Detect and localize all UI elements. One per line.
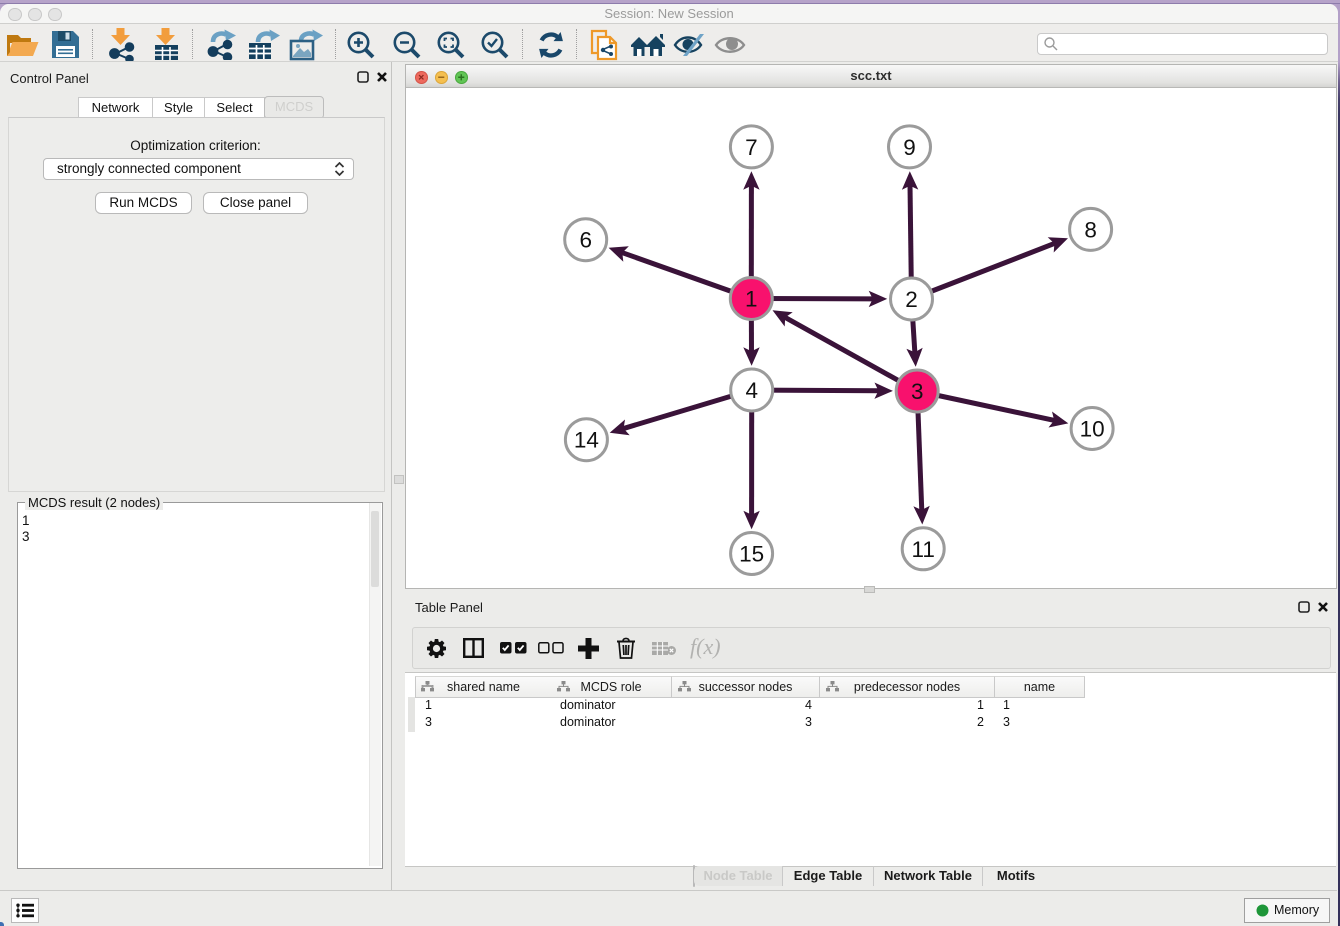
- svg-text:9: 9: [903, 135, 916, 160]
- svg-text:14: 14: [574, 428, 599, 453]
- svg-text:1: 1: [745, 287, 758, 312]
- svg-text:10: 10: [1080, 417, 1105, 442]
- svg-text:7: 7: [745, 135, 758, 160]
- svg-text:6: 6: [579, 228, 592, 253]
- svg-text:4: 4: [745, 378, 758, 403]
- svg-text:11: 11: [912, 537, 935, 562]
- svg-text:15: 15: [739, 542, 764, 567]
- svg-text:3: 3: [911, 379, 924, 404]
- svg-text:8: 8: [1084, 217, 1097, 242]
- svg-text:2: 2: [905, 287, 918, 312]
